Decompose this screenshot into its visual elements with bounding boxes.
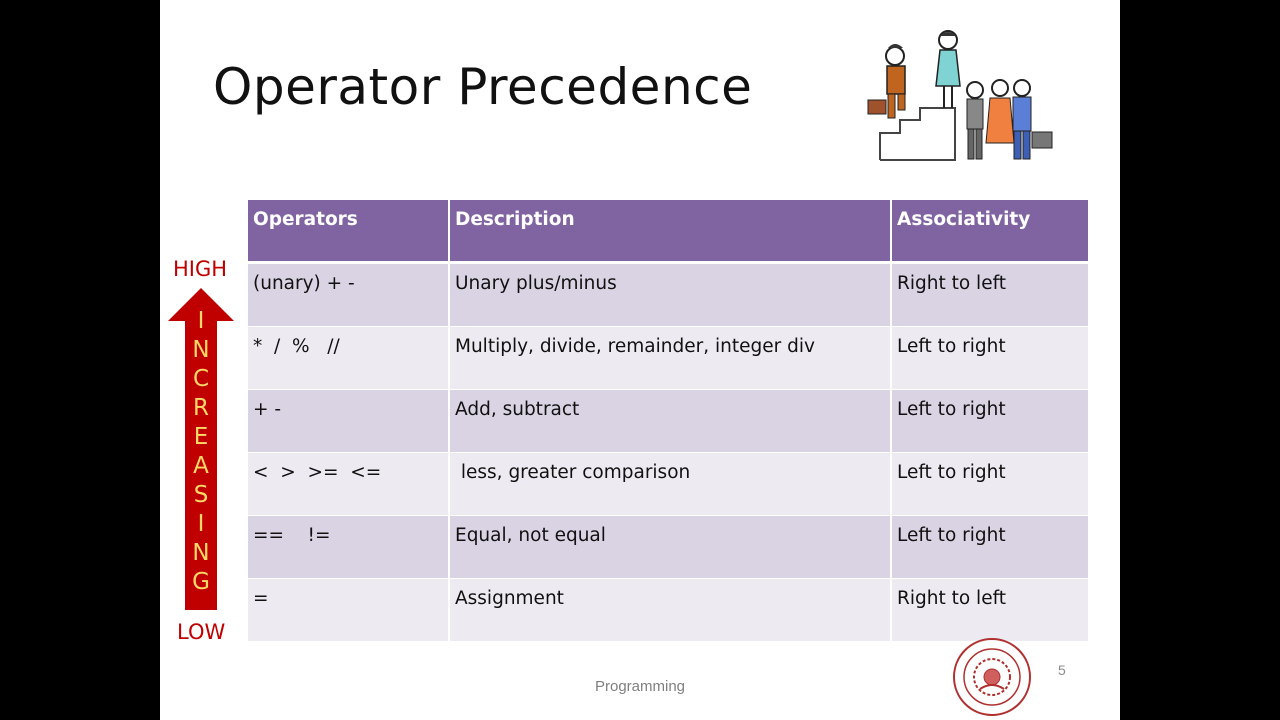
description-cell: Multiply, divide, remainder, integer div	[449, 326, 892, 390]
increasing-letter: I	[197, 308, 205, 334]
operators-cell: == !=	[248, 515, 450, 579]
header-description: Description	[449, 200, 892, 264]
institute-seal-logo	[953, 638, 1031, 716]
table-row: == != Equal, not equal Left to right	[248, 515, 1088, 579]
operators-cell: + -	[248, 389, 450, 453]
page-number: 5	[1058, 662, 1066, 678]
description-cell: Add, subtract	[449, 389, 892, 453]
increasing-letter: N	[192, 540, 210, 566]
description-cell: Assignment	[449, 578, 892, 642]
associativity-cell: Left to right	[891, 515, 1088, 579]
associativity-cell: Left to right	[891, 452, 1088, 516]
operators-cell: * / % //	[248, 326, 450, 390]
increasing-letter: A	[193, 453, 209, 479]
associativity-cell: Right to left	[891, 262, 1088, 327]
slide-title: Operator Precedence	[213, 58, 753, 116]
table-row: < > >= <= less, greater comparison Left …	[248, 452, 1088, 516]
table-row: * / % // Multiply, divide, remainder, in…	[248, 326, 1088, 390]
operators-cell: (unary) + -	[248, 262, 450, 327]
increasing-letter: I	[197, 511, 205, 537]
associativity-cell: Left to right	[891, 389, 1088, 453]
table-row: + - Add, subtract Left to right	[248, 389, 1088, 453]
operators-cell: < > >= <=	[248, 452, 450, 516]
description-cell: Equal, not equal	[449, 515, 892, 579]
people-on-steps-clipart	[867, 30, 1053, 161]
table-row: (unary) + - Unary plus/minus Right to le…	[248, 262, 1088, 327]
increasing-letter: G	[192, 569, 210, 595]
table-row: = Assignment Right to left	[248, 578, 1088, 642]
associativity-cell: Right to left	[891, 578, 1088, 642]
operator-precedence-table: Operators Description Associativity (una…	[248, 200, 1088, 642]
operators-cell: =	[248, 578, 450, 642]
table-header-row: Operators Description Associativity	[248, 200, 1088, 264]
increasing-letter: R	[193, 395, 209, 421]
slide: Operator Precedence HIGH INCREASING LOW	[160, 0, 1120, 720]
header-associativity: Associativity	[891, 200, 1088, 264]
header-operators: Operators	[248, 200, 450, 264]
increasing-letter: C	[192, 366, 210, 392]
increasing-letter: N	[192, 337, 210, 363]
description-cell: Unary plus/minus	[449, 262, 892, 327]
low-label: LOW	[177, 620, 226, 644]
associativity-cell: Left to right	[891, 326, 1088, 390]
increasing-letter: S	[193, 482, 209, 508]
description-cell: less, greater comparison	[449, 452, 892, 516]
high-label: HIGH	[173, 257, 228, 281]
increasing-letter: E	[193, 424, 209, 450]
